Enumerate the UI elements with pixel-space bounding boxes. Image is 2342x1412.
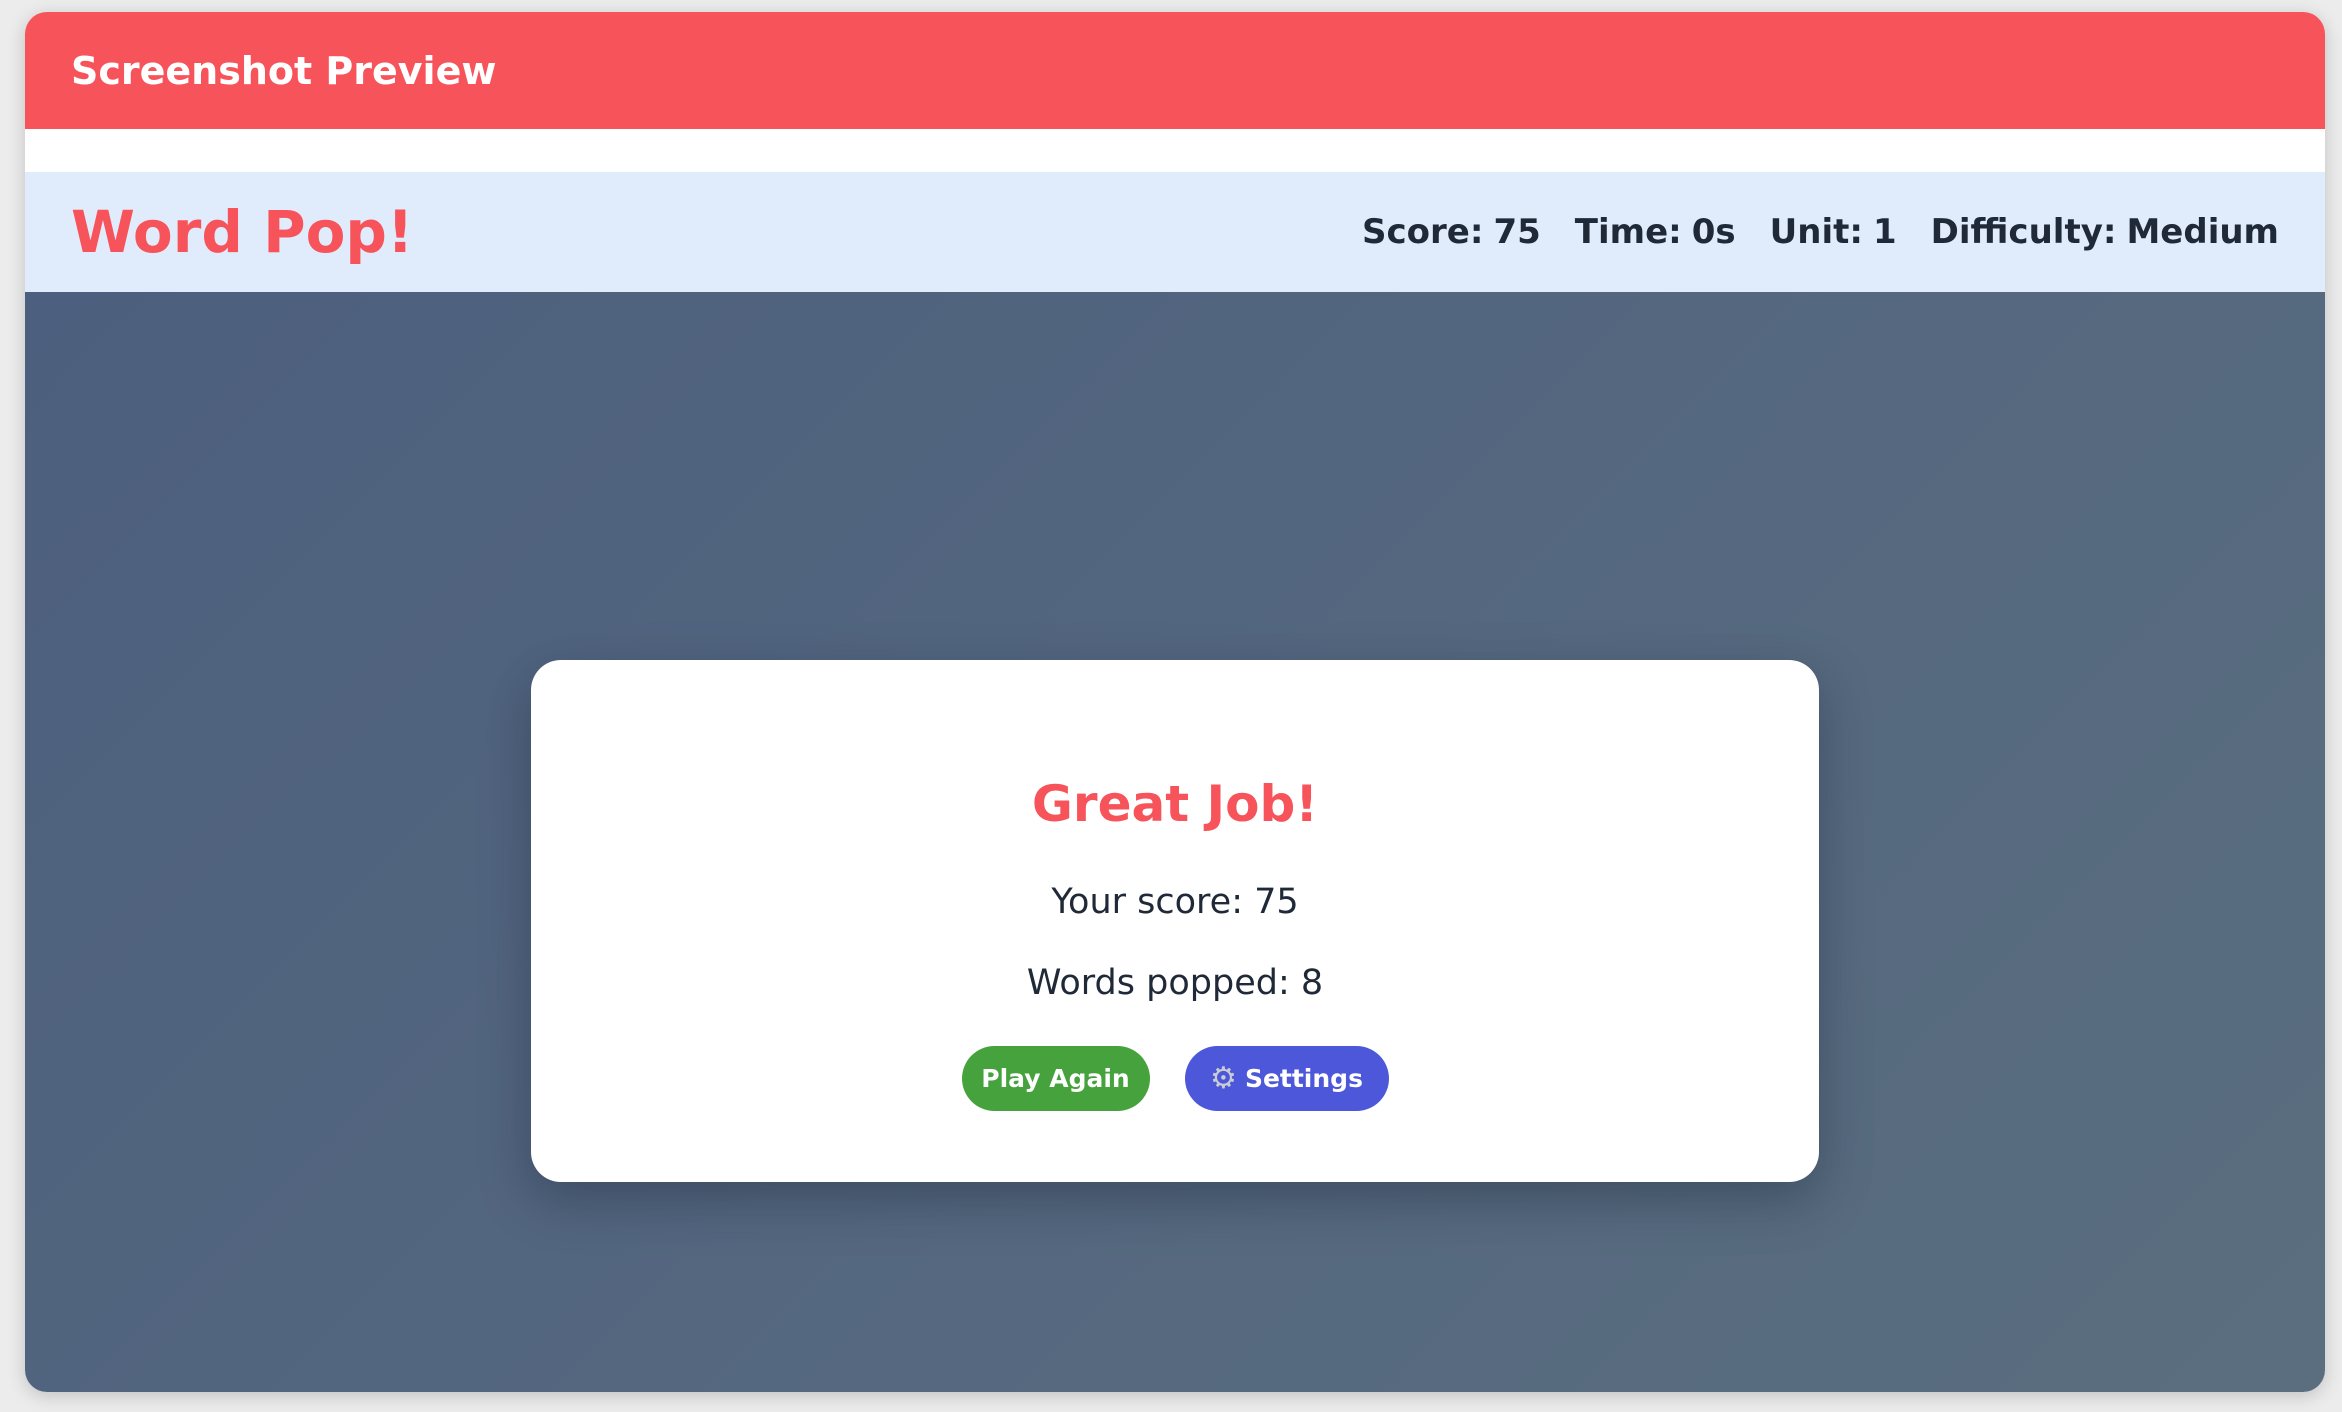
stat-time-value: 0s	[1691, 212, 1736, 252]
app-window: Screenshot Preview Word Pop! Score: 75 T…	[25, 12, 2325, 1392]
final-score: Your score: 75	[531, 882, 1819, 922]
settings-label: Settings	[1244, 1064, 1363, 1093]
stat-unit-label: Unit:	[1769, 212, 1863, 252]
play-area: Great Job! Your score: 75 Words popped: …	[25, 292, 2325, 1392]
game-over-modal: Great Job! Your score: 75 Words popped: …	[531, 660, 1819, 1182]
stat-score: Score: 75	[1362, 212, 1541, 252]
gear-icon: ⚙	[1210, 1060, 1237, 1096]
stat-time-label: Time:	[1574, 212, 1682, 252]
stat-score-label: Score:	[1362, 212, 1484, 252]
stat-unit: Unit: 1	[1770, 212, 1897, 252]
stat-difficulty: Difficulty: Medium	[1931, 212, 2279, 252]
final-score-value: 75	[1254, 882, 1299, 922]
game-header: Word Pop! Score: 75 Time: 0s Unit: 1 Dif…	[25, 172, 2325, 292]
stats-bar: Score: 75 Time: 0s Unit: 1 Difficulty: M…	[1362, 212, 2279, 252]
settings-button[interactable]: ⚙ Settings	[1184, 1046, 1389, 1111]
stat-unit-value: 1	[1872, 212, 1897, 252]
game-title: Word Pop!	[71, 198, 414, 266]
words-popped: Words popped: 8	[531, 963, 1819, 1003]
stat-score-value: 75	[1493, 212, 1541, 252]
modal-title: Great Job!	[1031, 775, 1319, 833]
play-again-label: Play Again	[981, 1064, 1130, 1093]
words-popped-value: 8	[1300, 963, 1324, 1003]
stat-difficulty-label: Difficulty:	[1930, 212, 2117, 252]
stat-difficulty-value: Medium	[2126, 212, 2279, 252]
final-score-label: Your score:	[1051, 882, 1243, 922]
window-titlebar: Screenshot Preview	[25, 12, 2325, 129]
modal-buttons: Play Again ⚙ Settings	[531, 1046, 1819, 1111]
window-title: Screenshot Preview	[71, 48, 497, 93]
play-again-button[interactable]: Play Again	[961, 1046, 1150, 1111]
words-popped-label: Words popped:	[1026, 963, 1290, 1003]
stat-time: Time: 0s	[1575, 212, 1736, 252]
titlebar-spacer	[25, 129, 2325, 172]
